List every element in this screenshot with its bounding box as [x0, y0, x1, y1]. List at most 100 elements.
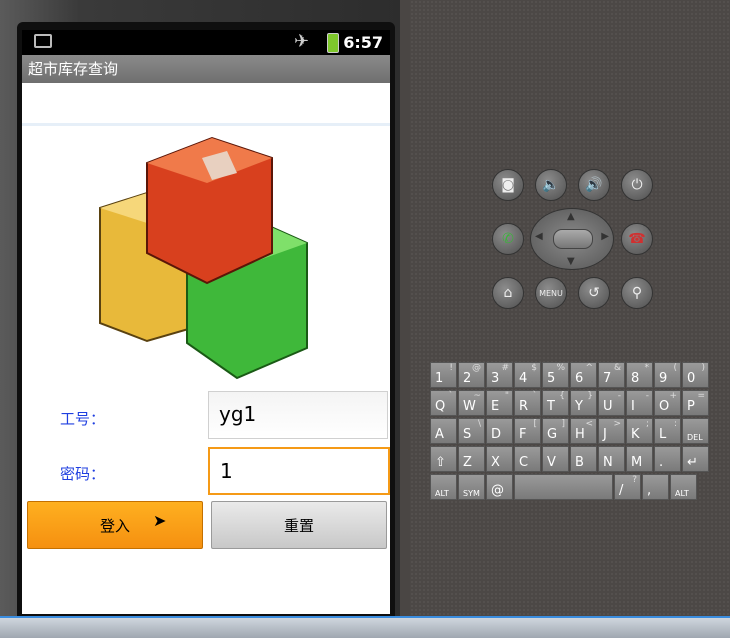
key-4-3[interactable]: [514, 474, 613, 500]
key-4-1[interactable]: SYM: [458, 474, 485, 500]
dpad-right-icon[interactable]: ▶: [601, 231, 609, 242]
key-1-9[interactable]: P =: [682, 390, 709, 416]
login-button-label: 登入: [99, 516, 130, 535]
key-main-label: ↵: [687, 455, 698, 470]
key-3-9[interactable]: ↵: [682, 446, 709, 472]
key-main-label: H: [575, 427, 585, 442]
key-1-3[interactable]: R `: [514, 390, 541, 416]
camera-button[interactable]: ◙: [492, 169, 524, 201]
key-0-9[interactable]: 0): [682, 362, 709, 388]
key-0-5[interactable]: 6 ^: [570, 362, 597, 388]
key-alt-label: ;: [645, 419, 649, 429]
end-call-button[interactable]: ☎: [621, 223, 653, 255]
password-label: 密码：: [60, 465, 106, 483]
status-bar: ✈ 6:57: [22, 30, 390, 55]
key-1-4[interactable]: T{: [542, 390, 569, 416]
key-3-7[interactable]: M: [626, 446, 653, 472]
key-main-label: Z: [463, 455, 472, 470]
login-button[interactable]: 登入: [27, 501, 203, 549]
reset-button[interactable]: 重置: [211, 501, 387, 549]
key-1-8[interactable]: O +: [654, 390, 681, 416]
key-main-label: ALT: [675, 489, 689, 498]
key-3-1[interactable]: Z: [458, 446, 485, 472]
power-button[interactable]: ⏻: [621, 169, 653, 201]
key-main-label: V: [547, 455, 556, 470]
key-2-0[interactable]: A: [430, 418, 457, 444]
employee-id-input[interactable]: yg1: [208, 391, 388, 439]
key-0-7[interactable]: 8 *: [626, 362, 653, 388]
key-main-label: J: [603, 427, 607, 442]
password-input[interactable]: 1: [208, 447, 390, 495]
dpad-down-icon[interactable]: ▼: [567, 256, 575, 267]
dpad-left-icon[interactable]: ◀: [535, 231, 543, 242]
key-main-label: K: [631, 427, 640, 442]
key-0-0[interactable]: 1!: [430, 362, 457, 388]
key-1-0[interactable]: Q `: [430, 390, 457, 416]
back-button[interactable]: ↺: [578, 277, 610, 309]
dpad-up-icon[interactable]: ▲: [567, 211, 575, 222]
phone-frame: ✈ 6:57 超市库存查询 工号： yg1 密码： 1 登入 重置 ➤: [17, 22, 395, 636]
key-3-5[interactable]: B: [570, 446, 597, 472]
key-alt-label: +: [669, 391, 677, 401]
key-4-2[interactable]: @: [486, 474, 513, 500]
key-2-5[interactable]: H <: [570, 418, 597, 444]
key-main-label: 9: [659, 371, 668, 386]
key-0-2[interactable]: 3 #: [486, 362, 513, 388]
key-alt-label: =: [697, 391, 705, 401]
key-4-0[interactable]: ALT: [430, 474, 457, 500]
menu-button[interactable]: MENU: [535, 277, 567, 309]
key-1-1[interactable]: W ~: [458, 390, 485, 416]
key-0-1[interactable]: 2 @: [458, 362, 485, 388]
key-0-4[interactable]: 5%: [542, 362, 569, 388]
key-2-1[interactable]: S \: [458, 418, 485, 444]
key-3-2[interactable]: X: [486, 446, 513, 472]
key-2-4[interactable]: G]: [542, 418, 569, 444]
key-main-label: G: [547, 427, 558, 442]
dpad-center-button[interactable]: [553, 229, 593, 249]
key-alt-label: ~: [473, 391, 481, 401]
key-0-6[interactable]: 7 &: [598, 362, 625, 388]
key-alt-label: ^: [585, 363, 593, 373]
dpad[interactable]: ▲ ▼ ◀ ▶: [530, 208, 614, 270]
key-2-7[interactable]: K;: [626, 418, 653, 444]
app-content: 工号： yg1 密码： 1 登入 重置 ➤: [22, 83, 390, 610]
key-2-6[interactable]: J >: [598, 418, 625, 444]
key-2-8[interactable]: L:: [654, 418, 681, 444]
volume-down-button[interactable]: 🔈: [535, 169, 567, 201]
search-button[interactable]: ⚲: [621, 277, 653, 309]
call-button[interactable]: ✆: [492, 223, 524, 255]
mouse-cursor-icon: ➤: [153, 511, 167, 530]
key-3-4[interactable]: V: [542, 446, 569, 472]
key-1-7[interactable]: I-: [626, 390, 653, 416]
key-main-label: P: [687, 399, 695, 414]
key-3-6[interactable]: N: [598, 446, 625, 472]
home-button[interactable]: ⌂: [492, 277, 524, 309]
key-alt-label: {: [559, 391, 565, 401]
key-4-5[interactable]: ,: [642, 474, 669, 500]
key-0-3[interactable]: 4 $: [514, 362, 541, 388]
clock: 6:57: [343, 33, 383, 52]
key-3-0[interactable]: ⇧: [430, 446, 457, 472]
key-3-8[interactable]: .: [654, 446, 681, 472]
emulator-keyboard: 1! 2 @3 #4 $5% 6 ^ 7 & 8 * 9(0) Q ` W ~ E " R ` T{Y} U - I - O + P =…: [430, 362, 716, 502]
key-main-label: M: [631, 455, 643, 470]
key-alt-label: :: [673, 419, 677, 429]
key-1-5[interactable]: Y}: [570, 390, 597, 416]
key-4-4[interactable]: /?: [614, 474, 641, 500]
key-1-2[interactable]: E ": [486, 390, 513, 416]
key-3-3[interactable]: C: [514, 446, 541, 472]
menu-button-label: MENU: [539, 288, 563, 298]
notification-icon: [34, 34, 52, 48]
app-title-bar: 超市库存查询: [22, 55, 390, 83]
key-2-9[interactable]: DEL: [682, 418, 709, 444]
key-4-6[interactable]: ALT: [670, 474, 697, 500]
key-1-6[interactable]: U-: [598, 390, 625, 416]
volume-up-button[interactable]: 🔊: [578, 169, 610, 201]
key-0-8[interactable]: 9(: [654, 362, 681, 388]
key-2-3[interactable]: F[: [514, 418, 541, 444]
key-main-label: S: [463, 427, 472, 442]
key-alt-label: $: [531, 363, 537, 373]
key-2-2[interactable]: D: [486, 418, 513, 444]
key-main-label: .: [659, 455, 664, 470]
key-main-label: N: [603, 455, 613, 470]
